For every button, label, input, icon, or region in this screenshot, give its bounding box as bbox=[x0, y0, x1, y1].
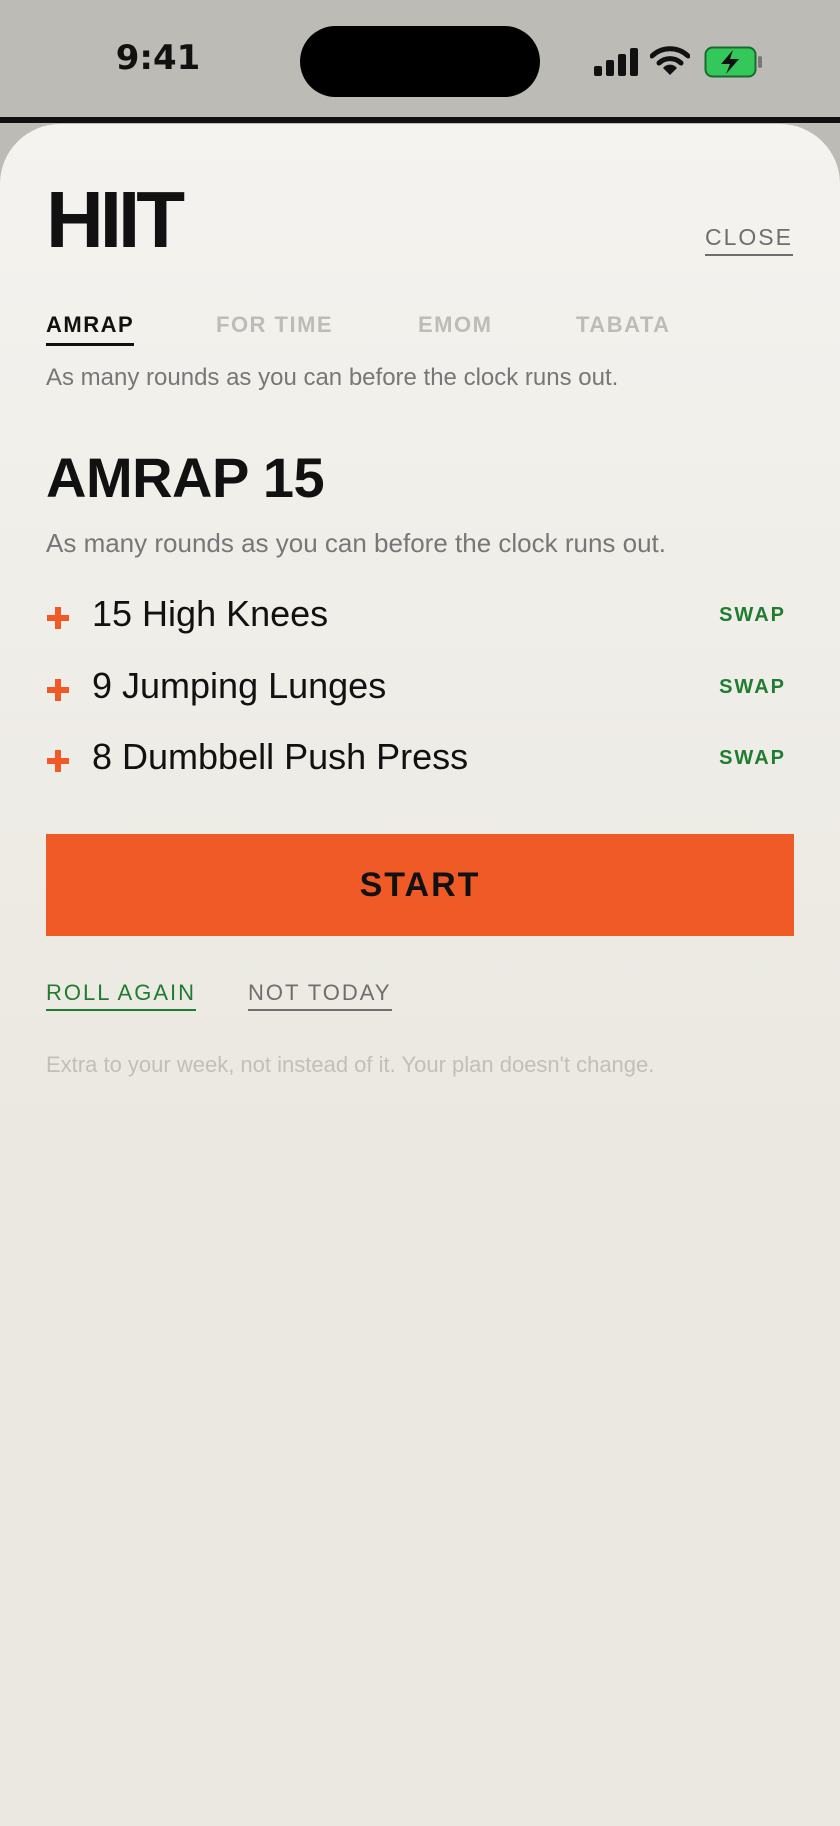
hiit-sheet: HIIT CLOSE AMRAP FOR TIME EMOM TABATA As… bbox=[0, 124, 840, 1826]
start-button[interactable]: START bbox=[46, 834, 794, 936]
wifi-icon bbox=[650, 46, 690, 75]
format-tabs: AMRAP FOR TIME EMOM TABATA bbox=[46, 312, 794, 352]
exercise-row: 9 Jumping Lunges SWAP bbox=[46, 664, 794, 738]
signal-icon bbox=[594, 48, 638, 76]
plus-icon bbox=[47, 678, 69, 701]
swap-button[interactable]: SWAP bbox=[719, 676, 786, 699]
swap-button[interactable]: SWAP bbox=[719, 747, 786, 770]
exercise-name: 9 Jumping Lunges bbox=[92, 664, 387, 706]
tab-amrap[interactable]: AMRAP bbox=[46, 312, 135, 346]
tab-emom[interactable]: EMOM bbox=[418, 312, 492, 343]
status-icons bbox=[594, 44, 764, 80]
exercise-list: 15 High Knees SWAP 9 Jumping Lunges SWAP… bbox=[46, 594, 794, 809]
battery-charging-icon bbox=[704, 46, 762, 78]
dynamic-island bbox=[300, 26, 540, 97]
tab-tabata[interactable]: TABATA bbox=[576, 312, 671, 343]
plus-icon bbox=[47, 607, 69, 629]
plus-icon bbox=[47, 750, 69, 772]
footnote: Extra to your week, not instead of it. Y… bbox=[46, 1052, 655, 1077]
workout-title: AMRAP 15 bbox=[46, 446, 325, 509]
roll-again-link[interactable]: ROLL AGAIN bbox=[46, 980, 197, 1011]
page-title: HIIT bbox=[46, 175, 185, 264]
tab-for-time[interactable]: FOR TIME bbox=[216, 312, 333, 343]
status-time: 9:41 bbox=[115, 38, 201, 78]
swap-button[interactable]: SWAP bbox=[719, 604, 786, 627]
exercise-name: 15 High Knees bbox=[92, 593, 329, 634]
exercise-name: 8 Dumbbell Push Press bbox=[92, 736, 469, 777]
workout-description: As many rounds as you can before the clo… bbox=[46, 528, 667, 558]
exercise-row: 8 Dumbbell Push Press SWAP bbox=[46, 737, 794, 809]
close-button[interactable]: CLOSE bbox=[705, 224, 793, 256]
sheet-top-border bbox=[0, 117, 840, 123]
not-today-link[interactable]: NOT TODAY bbox=[248, 980, 392, 1011]
status-bar: 9:41 bbox=[0, 0, 840, 118]
tab-description: As many rounds as you can before the clo… bbox=[46, 364, 619, 391]
exercise-row: 15 High Knees SWAP bbox=[46, 594, 794, 666]
